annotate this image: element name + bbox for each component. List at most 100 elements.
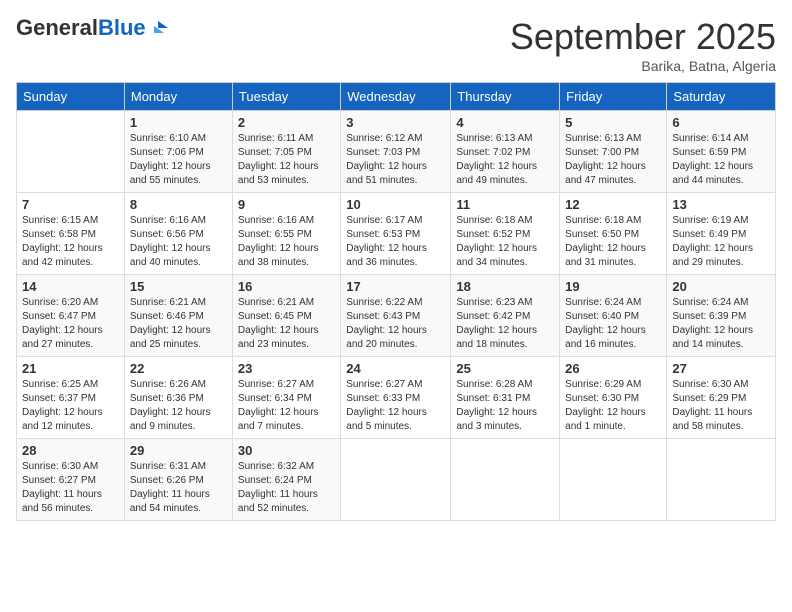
calendar-cell: 5Sunrise: 6:13 AMSunset: 7:00 PMDaylight… xyxy=(560,111,667,193)
day-number: 9 xyxy=(238,197,335,212)
day-info: Sunrise: 6:11 AMSunset: 7:05 PMDaylight:… xyxy=(238,132,335,188)
calendar-cell: 24 Sunrise: 6:27 AMSunset: 6:33 PMDayligh… xyxy=(341,357,451,439)
weekday-header-monday: Monday xyxy=(124,83,232,111)
day-info: Sunrise: 6:22 AMSunset: 6:43 PMDaylight:… xyxy=(346,296,445,352)
calendar-table: SundayMondayTuesdayWednesdayThursdayFrid… xyxy=(16,82,776,521)
calendar-cell: 10 Sunrise: 6:17 AMSunset: 6:53 PMDayligh… xyxy=(341,193,451,275)
calendar-week-row: 28 Sunrise: 6:30 AMSunset: 6:27 PMDayligh… xyxy=(17,439,776,521)
day-number: 18 xyxy=(456,279,554,294)
day-number: 30 xyxy=(238,443,335,458)
day-number: 8 xyxy=(130,197,227,212)
calendar-cell: 27Sunrise: 6:30 AMSunset: 6:29 PMDayligh… xyxy=(667,357,776,439)
weekday-header-saturday: Saturday xyxy=(667,83,776,111)
day-info: Sunrise: 6:15 AMSunset: 6:58 PMDaylight:… xyxy=(22,214,119,270)
day-number: 13 xyxy=(672,197,770,212)
day-info: Sunrise: 6:16 AMSunset: 6:55 PMDaylight:… xyxy=(238,214,335,270)
day-number: 4 xyxy=(456,115,554,130)
logo-icon xyxy=(150,17,172,39)
day-info: Sunrise: 6:18 AMSunset: 6:50 PMDaylight:… xyxy=(565,214,661,270)
calendar-cell xyxy=(667,439,776,521)
calendar-cell: 13 Sunrise: 6:19 AMSunset: 6:49 PMDayligh… xyxy=(667,193,776,275)
day-number: 22 xyxy=(130,361,227,376)
day-number: 28 xyxy=(22,443,119,458)
day-number: 2 xyxy=(238,115,335,130)
calendar-cell: 23 Sunrise: 6:27 AMSunset: 6:34 PMDayligh… xyxy=(232,357,340,439)
logo: GeneralBlue xyxy=(16,16,172,40)
day-info: Sunrise: 6:14 AMSunset: 6:59 PMDaylight:… xyxy=(672,132,770,188)
day-info: Sunrise: 6:21 AMSunset: 6:46 PMDaylight:… xyxy=(130,296,227,352)
calendar-week-row: 14Sunrise: 6:20 AMSunset: 6:47 PMDayligh… xyxy=(17,275,776,357)
day-number: 17 xyxy=(346,279,445,294)
calendar-cell: 28 Sunrise: 6:30 AMSunset: 6:27 PMDayligh… xyxy=(17,439,125,521)
title-block: September 2025 Barika, Batna, Algeria xyxy=(510,16,776,74)
day-number: 19 xyxy=(565,279,661,294)
day-info: Sunrise: 6:24 AMSunset: 6:39 PMDaylight:… xyxy=(672,296,770,352)
day-info: Sunrise: 6:13 AMSunset: 7:02 PMDaylight:… xyxy=(456,132,554,188)
calendar-cell: 16 Sunrise: 6:21 AMSunset: 6:45 PMDayligh… xyxy=(232,275,340,357)
calendar-cell: 20Sunrise: 6:24 AMSunset: 6:39 PMDayligh… xyxy=(667,275,776,357)
day-number: 11 xyxy=(456,197,554,212)
calendar-cell: 8 Sunrise: 6:16 AMSunset: 6:56 PMDaylight… xyxy=(124,193,232,275)
month-title: September 2025 xyxy=(510,16,776,58)
day-info: Sunrise: 6:26 AMSunset: 6:36 PMDaylight:… xyxy=(130,378,227,434)
calendar-cell: 21 Sunrise: 6:25 AMSunset: 6:37 PMDayligh… xyxy=(17,357,125,439)
calendar-cell xyxy=(341,439,451,521)
day-number: 26 xyxy=(565,361,661,376)
day-number: 7 xyxy=(22,197,119,212)
weekday-header-tuesday: Tuesday xyxy=(232,83,340,111)
day-info: Sunrise: 6:28 AMSunset: 6:31 PMDaylight:… xyxy=(456,378,554,434)
day-info: Sunrise: 6:23 AMSunset: 6:42 PMDaylight:… xyxy=(456,296,554,352)
day-number: 23 xyxy=(238,361,335,376)
day-number: 21 xyxy=(22,361,119,376)
day-info: Sunrise: 6:30 AMSunset: 6:27 PMDaylight:… xyxy=(22,460,119,516)
calendar-week-row: 1 Sunrise: 6:10 AMSunset: 7:06 PMDaylight… xyxy=(17,111,776,193)
calendar-cell: 14Sunrise: 6:20 AMSunset: 6:47 PMDayligh… xyxy=(17,275,125,357)
calendar-cell: 19 Sunrise: 6:24 AMSunset: 6:40 PMDayligh… xyxy=(560,275,667,357)
day-info: Sunrise: 6:17 AMSunset: 6:53 PMDaylight:… xyxy=(346,214,445,270)
calendar-cell: 3Sunrise: 6:12 AMSunset: 7:03 PMDaylight… xyxy=(341,111,451,193)
day-number: 3 xyxy=(346,115,445,130)
calendar-cell: 2 Sunrise: 6:11 AMSunset: 7:05 PMDaylight… xyxy=(232,111,340,193)
day-info: Sunrise: 6:21 AMSunset: 6:45 PMDaylight:… xyxy=(238,296,335,352)
calendar-cell: 4 Sunrise: 6:13 AMSunset: 7:02 PMDaylight… xyxy=(451,111,560,193)
day-info: Sunrise: 6:31 AMSunset: 6:26 PMDaylight:… xyxy=(130,460,227,516)
calendar-cell: 9 Sunrise: 6:16 AMSunset: 6:55 PMDaylight… xyxy=(232,193,340,275)
calendar-cell: 26Sunrise: 6:29 AMSunset: 6:30 PMDayligh… xyxy=(560,357,667,439)
day-info: Sunrise: 6:27 AMSunset: 6:34 PMDaylight:… xyxy=(238,378,335,434)
day-number: 25 xyxy=(456,361,554,376)
calendar-cell: 7 Sunrise: 6:15 AMSunset: 6:58 PMDaylight… xyxy=(17,193,125,275)
calendar-cell: 6 Sunrise: 6:14 AMSunset: 6:59 PMDaylight… xyxy=(667,111,776,193)
day-number: 27 xyxy=(672,361,770,376)
calendar-week-row: 7 Sunrise: 6:15 AMSunset: 6:58 PMDaylight… xyxy=(17,193,776,275)
day-info: Sunrise: 6:19 AMSunset: 6:49 PMDaylight:… xyxy=(672,214,770,270)
day-number: 6 xyxy=(672,115,770,130)
day-number: 29 xyxy=(130,443,227,458)
day-info: Sunrise: 6:24 AMSunset: 6:40 PMDaylight:… xyxy=(565,296,661,352)
day-info: Sunrise: 6:10 AMSunset: 7:06 PMDaylight:… xyxy=(130,132,227,188)
weekday-header-row: SundayMondayTuesdayWednesdayThursdayFrid… xyxy=(17,83,776,111)
calendar-cell: 25 Sunrise: 6:28 AMSunset: 6:31 PMDayligh… xyxy=(451,357,560,439)
day-info: Sunrise: 6:27 AMSunset: 6:33 PMDaylight:… xyxy=(346,378,445,434)
day-info: Sunrise: 6:25 AMSunset: 6:37 PMDaylight:… xyxy=(22,378,119,434)
calendar-cell: 29 Sunrise: 6:31 AMSunset: 6:26 PMDayligh… xyxy=(124,439,232,521)
day-number: 12 xyxy=(565,197,661,212)
calendar-cell xyxy=(17,111,125,193)
day-number: 10 xyxy=(346,197,445,212)
calendar-cell: 22 Sunrise: 6:26 AMSunset: 6:36 PMDayligh… xyxy=(124,357,232,439)
calendar-cell xyxy=(560,439,667,521)
day-number: 1 xyxy=(130,115,227,130)
day-number: 24 xyxy=(346,361,445,376)
calendar-cell xyxy=(451,439,560,521)
weekday-header-thursday: Thursday xyxy=(451,83,560,111)
weekday-header-friday: Friday xyxy=(560,83,667,111)
day-info: Sunrise: 6:18 AMSunset: 6:52 PMDaylight:… xyxy=(456,214,554,270)
day-number: 16 xyxy=(238,279,335,294)
calendar-week-row: 21 Sunrise: 6:25 AMSunset: 6:37 PMDayligh… xyxy=(17,357,776,439)
logo-general: General xyxy=(16,15,98,40)
weekday-header-sunday: Sunday xyxy=(17,83,125,111)
calendar-cell: 17 Sunrise: 6:22 AMSunset: 6:43 PMDayligh… xyxy=(341,275,451,357)
calendar-cell: 12 Sunrise: 6:18 AMSunset: 6:50 PMDayligh… xyxy=(560,193,667,275)
calendar-cell: 18 Sunrise: 6:23 AMSunset: 6:42 PMDayligh… xyxy=(451,275,560,357)
day-info: Sunrise: 6:16 AMSunset: 6:56 PMDaylight:… xyxy=(130,214,227,270)
day-number: 14 xyxy=(22,279,119,294)
